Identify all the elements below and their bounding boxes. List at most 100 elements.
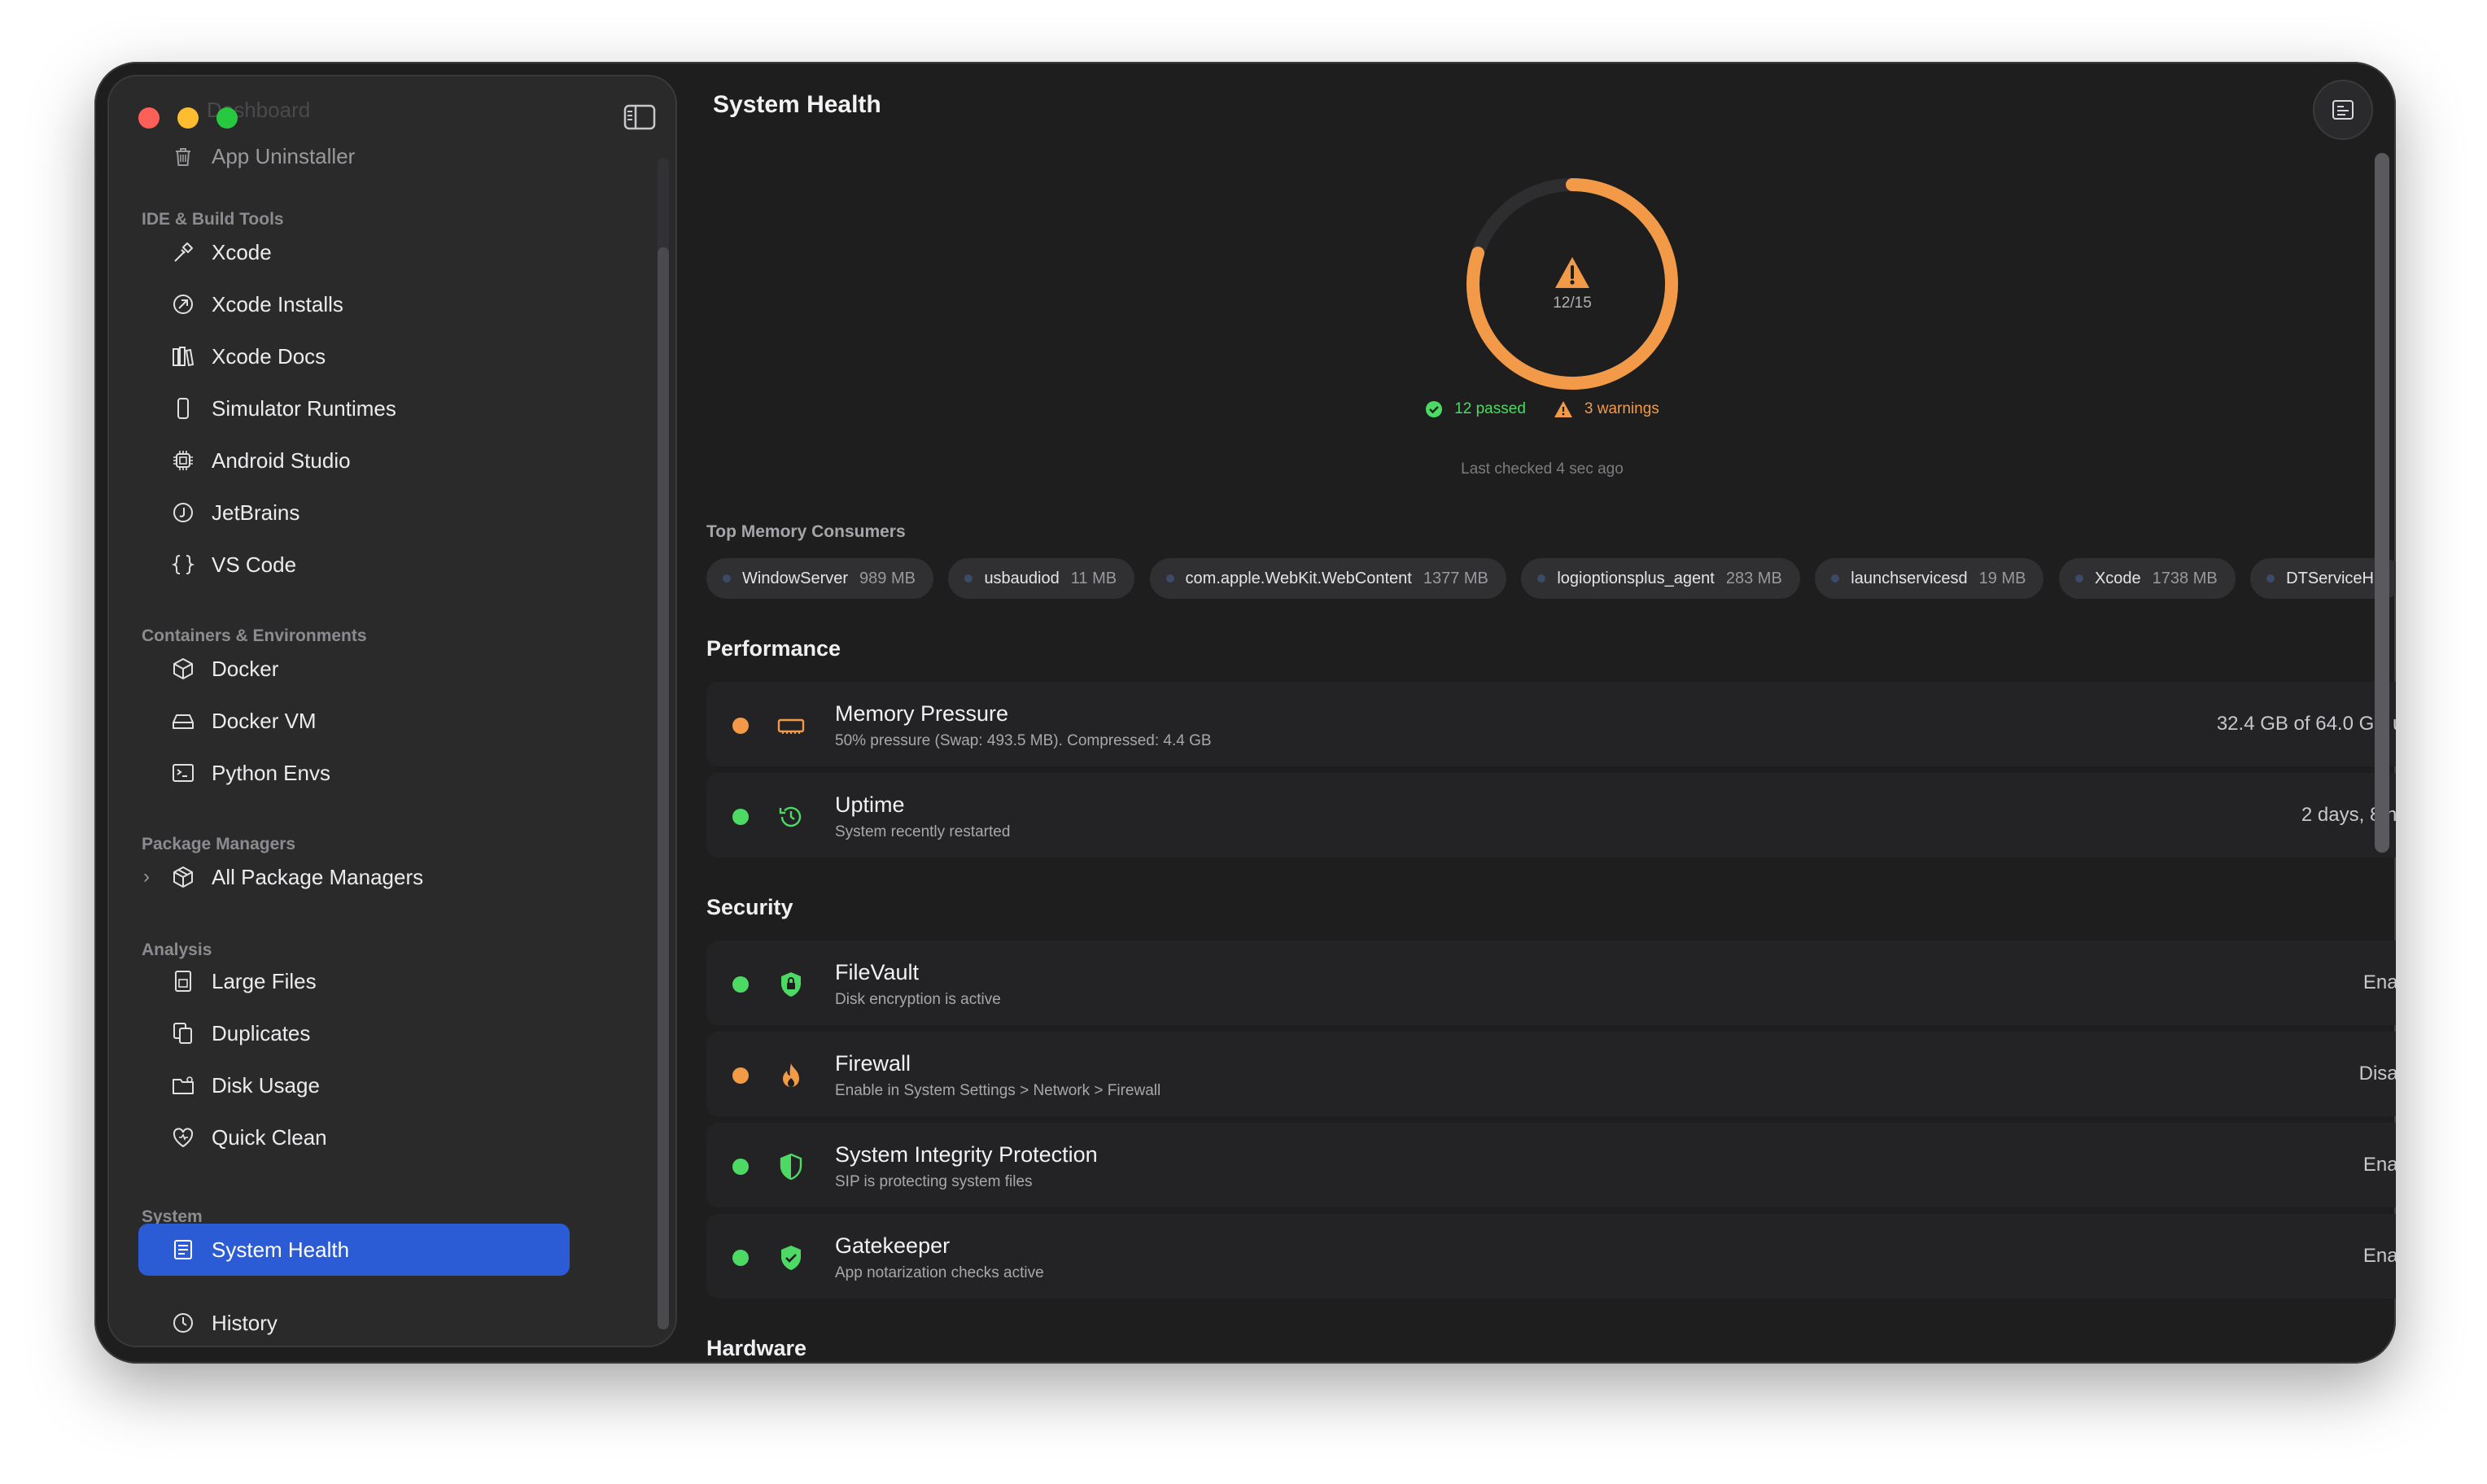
check-row-memory-pressure[interactable]: Memory Pressure 50% pressure (Swap: 493.…	[706, 682, 2396, 766]
row-title: Uptime	[835, 792, 905, 817]
chevron-right-icon[interactable]: ›	[143, 866, 160, 888]
sidebar-item-label: Xcode	[212, 239, 272, 264]
row-subtitle: Enable in System Settings > Network > Fi…	[835, 1082, 1161, 1099]
sidebar-item-vs-code[interactable]: VS Code	[138, 539, 570, 591]
sidebar-item-label: Docker VM	[212, 708, 317, 733]
sidebar-item-android-studio[interactable]: Android Studio	[138, 434, 570, 487]
cube-icon	[169, 655, 197, 683]
close-window-button[interactable]	[138, 107, 160, 129]
memory-chip[interactable]: Xcode 1738 MB	[2058, 558, 2236, 599]
sidebar-item-history[interactable]: History	[138, 1297, 570, 1346]
status-dot	[732, 1250, 749, 1266]
large-file-icon	[169, 967, 197, 995]
terminal-icon	[169, 759, 197, 787]
trash-icon	[169, 142, 197, 170]
row-subtitle: App notarization checks active	[835, 1264, 1044, 1281]
check-circle-icon	[1426, 401, 1443, 417]
app-window: Dashboard App Uninstaller IDE & Build To…	[94, 62, 2396, 1364]
sidebar-item-label: Docker	[212, 656, 279, 681]
sidebar-item-docker[interactable]: Docker	[138, 643, 570, 695]
sidebar-item-label: All Package Managers	[212, 864, 424, 889]
sidebar-item-simulator-runtimes[interactable]: Simulator Runtimes	[138, 382, 570, 434]
sidebar-item-app-uninstaller[interactable]: App Uninstaller	[138, 130, 570, 182]
process-name: Xcode	[2094, 569, 2141, 587]
memory-chip[interactable]: logioptionsplus_agent 283 MB	[1521, 558, 1800, 599]
process-size: 283 MB	[1725, 569, 1782, 587]
sidebar-item-disk-usage[interactable]: Disk Usage	[138, 1059, 570, 1111]
sidebar-scrollbar[interactable]	[658, 247, 669, 1329]
row-subtitle: SIP is protecting system files	[835, 1173, 1033, 1190]
row-title: Firewall	[835, 1051, 911, 1076]
process-dot	[2074, 574, 2083, 583]
process-name: DTServiceH	[2286, 569, 2374, 587]
sidebar-item-label: JetBrains	[212, 500, 300, 525]
sidebar-item-system-health[interactable]: System Health	[138, 1224, 570, 1276]
sidebar-item-all-package-managers[interactable]: › All Package Managers	[138, 851, 570, 903]
check-row-uptime[interactable]: Uptime System recently restarted 2 days,…	[706, 773, 2396, 858]
check-row-gatekeeper[interactable]: Gatekeeper App notarization checks activ…	[706, 1214, 2396, 1298]
window-controls	[138, 107, 238, 129]
clock-icon	[169, 1309, 197, 1337]
sidebar-item-label: Android Studio	[212, 447, 351, 473]
row-value: Enabled	[2362, 1245, 2396, 1267]
chip-icon	[169, 447, 197, 474]
sidebar-item-large-files[interactable]: Large Files	[138, 955, 570, 1007]
sidebar-item-quick-clean[interactable]: Quick Clean	[138, 1111, 570, 1163]
sidebar-item-label: Xcode Installs	[212, 291, 343, 316]
inspector-button[interactable]	[2313, 80, 2373, 140]
sidebar-item-xcode-docs[interactable]: Xcode Docs	[138, 330, 570, 382]
lock-shield-icon	[776, 970, 806, 999]
check-row-firewall[interactable]: Firewall Enable in System Settings > Net…	[706, 1032, 2396, 1116]
minimize-window-button[interactable]	[177, 107, 199, 129]
warnings-legend: 3 warnings	[1554, 400, 1659, 418]
package-icon	[169, 863, 197, 891]
process-dot	[964, 574, 973, 583]
memory-chip[interactable]: launchservicesd 19 MB	[1815, 558, 2044, 599]
row-value: Enabled	[2362, 971, 2396, 993]
row-subtitle: 50% pressure (Swap: 493.5 MB). Compresse…	[835, 732, 1212, 749]
sidebar-toggle-icon[interactable]	[623, 104, 656, 130]
xcode-installs-icon	[169, 290, 197, 318]
sidebar-item-docker-vm[interactable]: Docker VM	[138, 695, 570, 747]
heart-icon	[169, 1124, 197, 1151]
sidebar-item-label: Simulator Runtimes	[212, 395, 396, 421]
process-size: 1738 MB	[2152, 569, 2218, 587]
row-title: Gatekeeper	[835, 1233, 951, 1258]
passed-text: 12 passed	[1454, 400, 1526, 417]
sidebar-item-duplicates[interactable]: Duplicates	[138, 1007, 570, 1059]
process-size: 1377 MB	[1423, 569, 1488, 587]
memory-chip[interactable]: WindowServer 989 MB	[706, 558, 933, 599]
memory-consumers-list[interactable]: WindowServer 989 MB usbaudiod 11 MB com.ap…	[706, 558, 2396, 600]
warning-triangle-icon	[1555, 257, 1589, 288]
check-row-filevault[interactable]: FileVault Disk encryption is active Enab…	[706, 941, 2396, 1025]
braces-icon	[169, 551, 197, 578]
process-name: logioptionsplus_agent	[1557, 569, 1715, 587]
passed-legend: 12 passed	[1425, 400, 1526, 418]
process-dot	[1165, 574, 1174, 583]
performance-title: Performance	[706, 636, 841, 661]
jetbrains-icon	[169, 499, 197, 526]
memory-chip[interactable]: com.apple.WebKit.WebContent 1377 MB	[1149, 558, 1506, 599]
status-dot	[732, 718, 749, 734]
process-name: usbaudiod	[984, 569, 1060, 587]
main-scrollbar[interactable]	[2375, 153, 2389, 853]
sidebar-item-xcode-installs[interactable]: Xcode Installs	[138, 278, 570, 330]
sidebar-item-xcode[interactable]: Xcode	[138, 226, 570, 278]
process-size: 989 MB	[859, 569, 916, 587]
zoom-window-button[interactable]	[216, 107, 238, 129]
sidebar-list[interactable]: App Uninstaller IDE & Build Tools Xcode …	[109, 76, 675, 1346]
sidebar-item-python-envs[interactable]: Python Envs	[138, 747, 570, 799]
score-text: 12/15	[1553, 295, 1592, 312]
sidebar: Dashboard App Uninstaller IDE & Build To…	[107, 75, 677, 1347]
row-title: Memory Pressure	[835, 701, 1009, 726]
hammer-icon	[169, 238, 197, 266]
sidebar-item-label: Quick Clean	[212, 1124, 327, 1150]
hardware-title: Hardware	[706, 1336, 807, 1360]
check-row-sip[interactable]: System Integrity Protection SIP is prote…	[706, 1123, 2396, 1207]
sidebar-item-jetbrains[interactable]: JetBrains	[138, 487, 570, 539]
report-icon	[2332, 100, 2354, 120]
memory-consumers-title: Top Memory Consumers	[706, 522, 906, 541]
memory-chip[interactable]: usbaudiod 11 MB	[948, 558, 1135, 599]
health-report-icon	[169, 1236, 197, 1264]
process-name: launchservicesd	[1851, 569, 1968, 587]
